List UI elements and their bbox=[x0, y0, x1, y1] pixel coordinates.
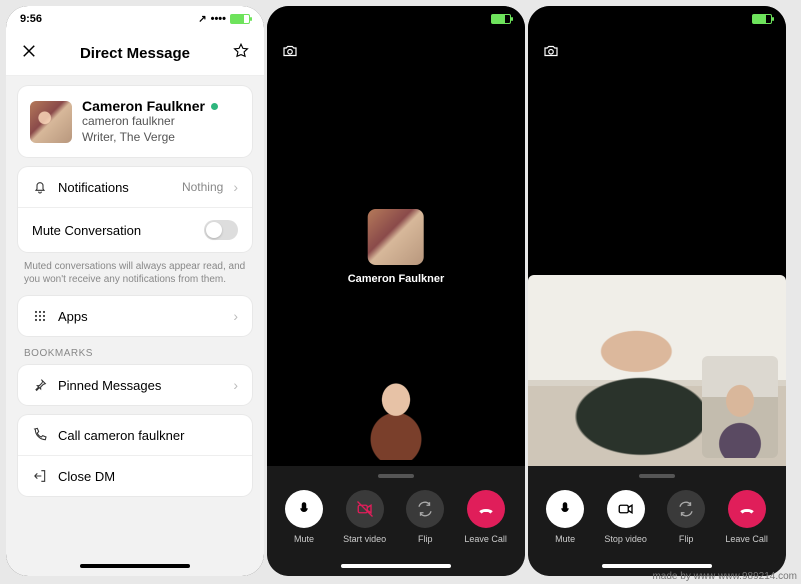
presence-icon bbox=[211, 103, 218, 110]
home-indicator[interactable] bbox=[341, 564, 451, 568]
call-stage bbox=[528, 75, 786, 466]
pinned-row[interactable]: Pinned Messages › bbox=[18, 365, 252, 405]
mute-row: Mute Conversation bbox=[18, 207, 252, 252]
start-video-button[interactable]: Start video bbox=[343, 490, 386, 544]
close-dm-row[interactable]: Close DM bbox=[18, 455, 252, 496]
battery-icon bbox=[752, 14, 772, 24]
drag-handle[interactable] bbox=[378, 474, 414, 478]
notifications-label: Notifications bbox=[58, 180, 172, 195]
camera-rotate-icon[interactable] bbox=[281, 42, 299, 65]
remote-caller: Cameron Faulkner bbox=[348, 209, 445, 285]
bookmarks-card: Pinned Messages › bbox=[18, 365, 252, 405]
page-title: Direct Message bbox=[80, 45, 190, 62]
pinned-label: Pinned Messages bbox=[58, 378, 223, 393]
profile-name: Cameron Faulkner bbox=[82, 98, 205, 114]
video-call-screen: Mute Stop video Flip Leave Call bbox=[528, 6, 786, 576]
drag-handle[interactable] bbox=[639, 474, 675, 478]
pin-icon bbox=[32, 377, 48, 393]
flip-label: Flip bbox=[418, 534, 433, 544]
apps-card: Apps › bbox=[18, 296, 252, 336]
mute-label: Mute bbox=[555, 534, 575, 544]
flip-button[interactable]: Flip bbox=[667, 490, 705, 544]
stop-video-button[interactable]: Stop video bbox=[604, 490, 647, 544]
watermark: made by www www.989214.com bbox=[652, 571, 797, 582]
notifications-value: Nothing bbox=[182, 180, 223, 194]
self-video-pip[interactable] bbox=[702, 356, 778, 458]
apps-label: Apps bbox=[58, 309, 223, 324]
bookmarks-header: BOOKMARKS bbox=[6, 336, 264, 363]
profile-handle: cameron faulkner bbox=[82, 114, 218, 130]
mute-label: Mute Conversation bbox=[32, 223, 194, 238]
signal-icon: •••• bbox=[211, 13, 226, 25]
leave-label: Leave Call bbox=[464, 534, 507, 544]
battery-icon bbox=[230, 14, 250, 24]
status-time: 9:56 bbox=[20, 13, 42, 25]
mute-label: Mute bbox=[294, 534, 314, 544]
profile-role: Writer, The Verge bbox=[82, 130, 218, 146]
video-label: Start video bbox=[343, 534, 386, 544]
home-indicator[interactable] bbox=[80, 564, 190, 568]
mute-button[interactable]: Mute bbox=[546, 490, 584, 544]
video-label: Stop video bbox=[604, 534, 647, 544]
flip-label: Flip bbox=[679, 534, 694, 544]
call-controls: Mute Stop video Flip Leave Call bbox=[528, 466, 786, 576]
camera-rotate-icon[interactable] bbox=[542, 42, 560, 65]
battery-icon bbox=[491, 14, 511, 24]
notifications-row[interactable]: Notifications Nothing › bbox=[18, 167, 252, 207]
mute-button[interactable]: Mute bbox=[285, 490, 323, 544]
actions-card: Call cameron faulkner Close DM bbox=[18, 415, 252, 496]
close-dm-label: Close DM bbox=[58, 469, 238, 484]
star-icon[interactable] bbox=[232, 42, 250, 65]
leave-call-button[interactable]: Leave Call bbox=[464, 490, 507, 544]
self-video-pip[interactable] bbox=[353, 356, 439, 460]
notifications-card: Notifications Nothing › Mute Conversatio… bbox=[18, 167, 252, 252]
home-indicator[interactable] bbox=[602, 564, 712, 568]
flip-button[interactable]: Flip bbox=[406, 490, 444, 544]
call-stage: Cameron Faulkner bbox=[267, 75, 525, 466]
avatar bbox=[30, 101, 72, 143]
call-row[interactable]: Call cameron faulkner bbox=[18, 415, 252, 455]
chevron-right-icon: › bbox=[233, 308, 238, 324]
call-label: Call cameron faulkner bbox=[58, 428, 238, 443]
call-controls: Mute Start video Flip Leave Call bbox=[267, 466, 525, 576]
leave-label: Leave Call bbox=[725, 534, 768, 544]
calling-screen: Cameron Faulkner Mute Start video Flip bbox=[267, 6, 525, 576]
location-icon bbox=[198, 13, 206, 25]
status-bar bbox=[528, 6, 786, 32]
leave-call-button[interactable]: Leave Call bbox=[725, 490, 768, 544]
status-bar bbox=[267, 6, 525, 32]
header: Direct Message bbox=[6, 32, 264, 76]
mute-help-text: Muted conversations will always appear r… bbox=[6, 252, 264, 286]
settings-screen: 9:56 •••• Direct Message bbox=[6, 6, 264, 576]
close-icon[interactable] bbox=[20, 42, 38, 65]
bell-icon bbox=[32, 179, 48, 195]
phone-icon bbox=[32, 427, 48, 443]
chevron-right-icon: › bbox=[233, 377, 238, 393]
avatar bbox=[368, 209, 424, 265]
status-bar: 9:56 •••• bbox=[6, 6, 264, 32]
chevron-right-icon: › bbox=[233, 179, 238, 195]
mute-toggle[interactable] bbox=[204, 220, 238, 240]
profile-card[interactable]: Cameron Faulkner cameron faulkner Writer… bbox=[18, 86, 252, 157]
exit-icon bbox=[32, 468, 48, 484]
apps-icon bbox=[32, 308, 48, 324]
remote-name: Cameron Faulkner bbox=[348, 273, 445, 285]
apps-row[interactable]: Apps › bbox=[18, 296, 252, 336]
